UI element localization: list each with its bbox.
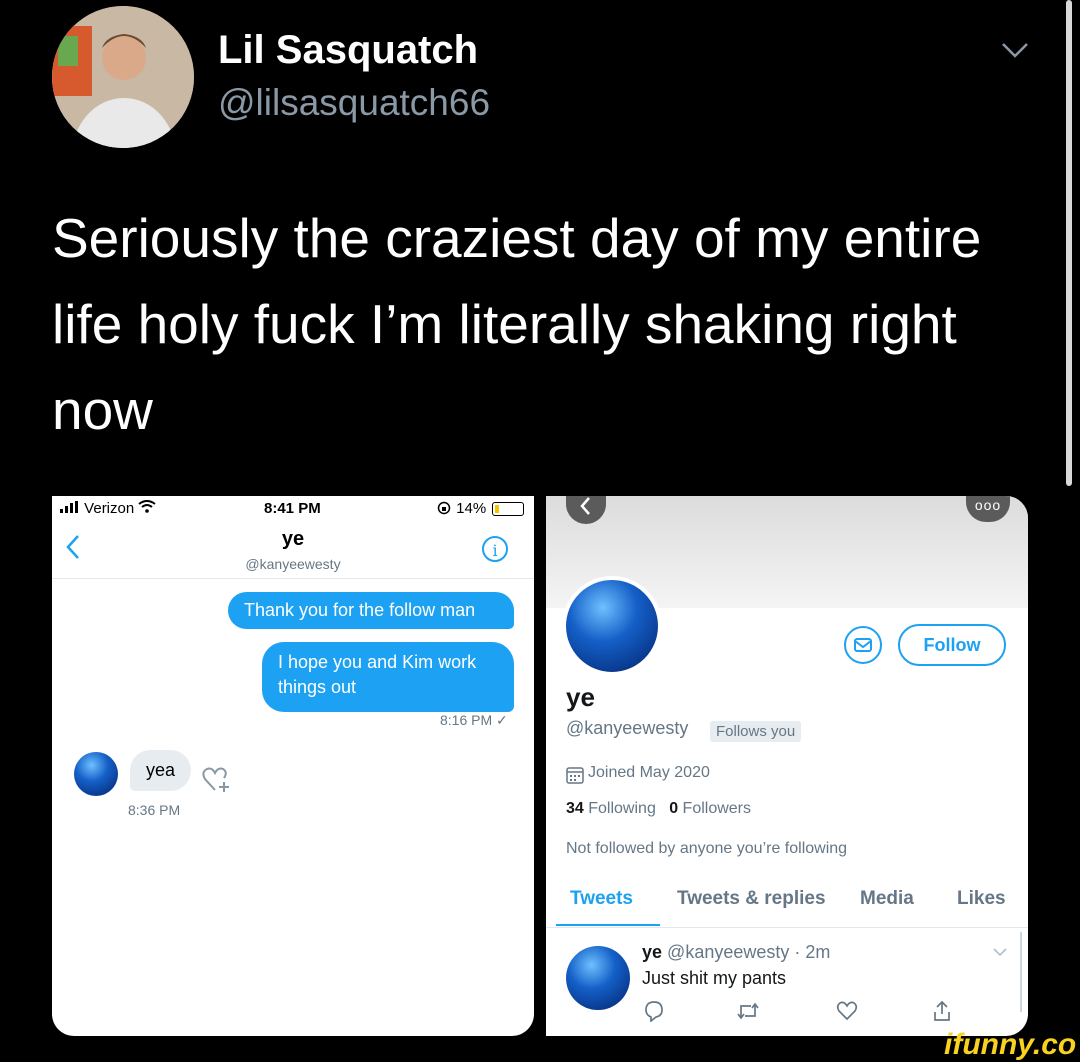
tweet-body: Just shit my pants [642,968,787,988]
tweet-avatar[interactable] [566,946,630,1010]
heart-plus-icon[interactable] [202,766,232,794]
contact-avatar[interactable] [74,752,118,796]
tweet-text: Seriously the craziest day of my entire … [52,207,982,441]
scrollbar[interactable] [1066,0,1072,486]
followers-count: 0 [669,800,679,817]
message-button[interactable] [844,626,882,664]
scrollbar[interactable] [1020,932,1022,1012]
message-timestamp: 8:36 PM [128,802,181,818]
status-carrier: Verizon [60,500,156,517]
retweet-icon[interactable] [736,1000,760,1022]
active-tab-indicator [556,924,660,926]
conversation-handle: @kanyeewesty [245,556,341,572]
profile-avatar[interactable] [562,576,662,676]
tab-tweets-replies[interactable]: Tweets & replies [677,888,826,910]
carrier-label: Verizon [84,500,135,517]
chevron-down-icon[interactable] [1000,34,1030,64]
tab-tweets[interactable]: Tweets [570,888,633,910]
not-followed-note: Not followed by anyone you’re following [566,840,848,857]
chevron-down-icon[interactable] [992,946,1008,958]
followers-link[interactable]: 0 Followers [669,800,751,817]
back-button[interactable] [566,496,606,524]
profile-handle: @kanyeewesty [566,718,689,738]
tweet-author-name[interactable]: ye [642,942,662,962]
following-count: 34 [566,800,584,817]
message-timestamp: 8:16 PM ✓ [440,712,508,728]
author-handle[interactable]: @lilsasquatch66 [218,82,490,124]
mail-icon [854,638,872,652]
followers-label: Followers [682,800,752,817]
battery-percent: 14% [436,500,486,517]
share-icon[interactable] [932,1000,952,1022]
follow-button[interactable]: Follow [898,624,1006,666]
watermark: ifunny.co [944,1028,1077,1061]
battery-label: 14% [456,500,487,517]
dm-screenshot: Verizon 8:41 PM 14% ye @kanyeewesty i Th… [52,496,534,1036]
tab-media[interactable]: Media [860,888,914,910]
tweet-header: ye @kanyeewesty · 2m [642,942,830,963]
signal-icon [60,501,78,513]
status-time: 8:41 PM [264,500,321,517]
message-sent[interactable]: Thank you for the follow man [228,592,514,629]
orientation-lock-icon [437,501,451,515]
profile-name: ye [566,682,595,712]
author-name[interactable]: Lil Sasquatch [218,28,478,73]
message-received[interactable]: yea [130,750,192,791]
wifi-icon [138,500,156,513]
message-sent[interactable]: I hope you and Kim work things out [262,642,514,712]
battery-icon [492,502,524,516]
follow-stats: 34 Following 0 Followers [566,800,751,818]
author-avatar[interactable] [52,6,194,148]
back-arrow-icon [580,497,590,515]
tab-likes[interactable]: Likes [957,888,1006,910]
following-link[interactable]: 34 Following [566,800,656,817]
profile-screenshot: ooo Follow ye @kanyeewesty Follows you J… [546,496,1028,1036]
follows-you-badge: Follows you [710,721,802,742]
divider [546,927,1028,928]
divider [52,578,534,579]
joined-date: Joined May 2020 [588,764,710,781]
reply-icon[interactable] [644,1000,664,1022]
info-icon[interactable]: i [482,536,508,562]
conversation-name: ye [281,528,305,550]
like-icon[interactable] [836,1000,858,1022]
calendar-icon [566,767,584,784]
tweet-meta: @kanyeewesty · 2m [667,942,831,962]
following-label: Following [588,800,656,817]
